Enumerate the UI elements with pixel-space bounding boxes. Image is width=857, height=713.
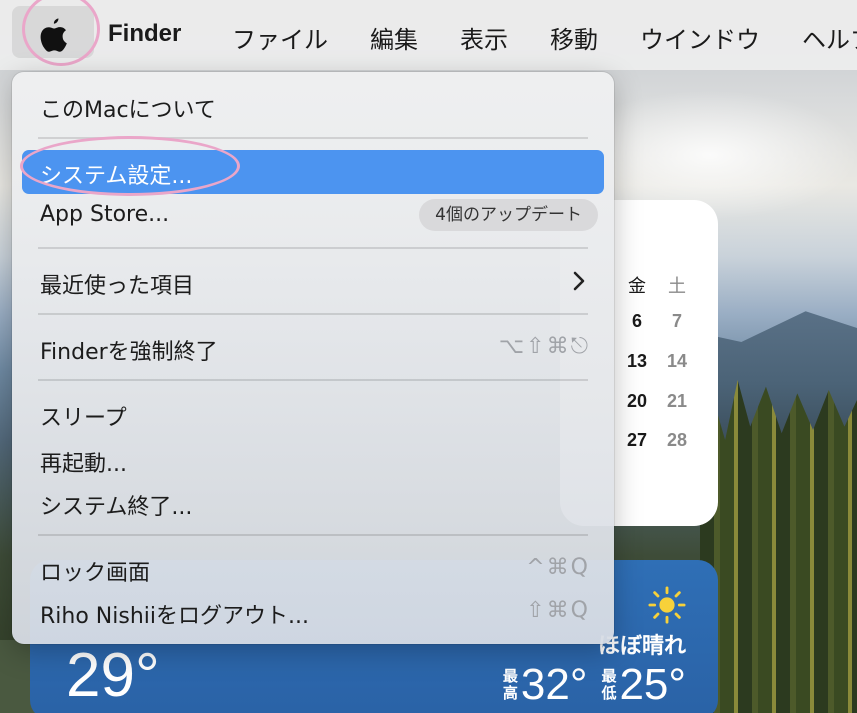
- menu-bar: Finder ファイル 編集 表示 移動 ウインドウ ヘルプ: [0, 0, 857, 70]
- menu-file[interactable]: ファイル: [232, 20, 328, 55]
- menu-separator: [38, 313, 588, 315]
- menu-view[interactable]: 表示: [460, 20, 508, 55]
- menu-edit[interactable]: 編集: [370, 20, 418, 55]
- menu-item-shut-down[interactable]: システム終了...: [22, 481, 604, 525]
- menu-item-label: 再起動...: [40, 452, 127, 477]
- chevron-right-icon: [573, 271, 585, 291]
- menu-item-lock-screen[interactable]: ロック画面 ^⌘Q: [22, 547, 604, 591]
- menu-window[interactable]: ウインドウ: [640, 20, 760, 55]
- sun-icon: [648, 586, 686, 624]
- menu-item-log-out[interactable]: Riho Nishiiをログアウト... ⇧⌘Q: [22, 590, 604, 634]
- weather-low-value: 25°: [619, 660, 686, 709]
- weather-high-label: 最高: [502, 667, 518, 702]
- menu-separator: [38, 534, 588, 536]
- calendar-day: 20: [626, 391, 648, 411]
- menu-item-label: スリープ: [40, 406, 127, 431]
- calendar-day: 28: [666, 430, 688, 450]
- weather-high-low: 最高 32° 最低 25°: [503, 660, 686, 710]
- menu-go[interactable]: 移動: [550, 20, 598, 55]
- keyboard-shortcut: ^⌘Q: [526, 555, 590, 580]
- menu-item-label: 最近使った項目: [40, 274, 195, 299]
- calendar-day: 27: [626, 430, 648, 450]
- calendar-day: 21: [666, 391, 688, 411]
- keyboard-shortcut: ⌥⇧⌘⎋: [498, 334, 590, 359]
- menu-item-label: システム終了...: [40, 495, 193, 520]
- menu-item-label: Finderを強制終了: [40, 340, 218, 365]
- calendar-weekday-fri: 金: [628, 276, 646, 296]
- weather-high-value: 32°: [520, 660, 588, 709]
- calendar-weekday-sat: 土: [668, 276, 686, 296]
- weather-low-label: 最低: [601, 667, 617, 702]
- menu-item-sleep[interactable]: スリープ: [22, 392, 604, 436]
- weather-current-temperature: 29°: [66, 641, 160, 710]
- menu-item-label: ロック画面: [40, 561, 151, 586]
- calendar-day: 6: [631, 311, 642, 331]
- menu-separator: [38, 379, 588, 381]
- updates-badge: 4個のアップデート: [419, 199, 598, 231]
- calendar-day: 13: [626, 351, 648, 371]
- menu-help[interactable]: ヘルプ: [802, 20, 857, 55]
- menu-item-restart[interactable]: 再起動...: [22, 438, 604, 482]
- keyboard-shortcut: ⇧⌘Q: [526, 598, 590, 623]
- menu-item-recent-items[interactable]: 最近使った項目: [22, 260, 604, 304]
- menu-item-app-store[interactable]: App Store... 4個のアップデート: [22, 194, 604, 238]
- menu-item-about-this-mac[interactable]: このMacについて: [22, 84, 604, 128]
- menu-item-label: App Store...: [40, 202, 170, 227]
- menu-separator: [38, 247, 588, 249]
- menu-item-label: このMacについて: [40, 98, 216, 123]
- calendar-day: 14: [666, 351, 688, 371]
- apple-menu-dropdown: このMacについて システム設定... App Store... 4個のアップデ…: [12, 72, 614, 644]
- menu-item-label: Riho Nishiiをログアウト...: [40, 604, 309, 629]
- menu-app-finder[interactable]: Finder: [108, 20, 181, 48]
- menu-item-force-quit[interactable]: Finderを強制終了 ⌥⇧⌘⎋: [22, 326, 604, 370]
- annotation-circle: [20, 136, 240, 196]
- calendar-day: 7: [671, 311, 682, 331]
